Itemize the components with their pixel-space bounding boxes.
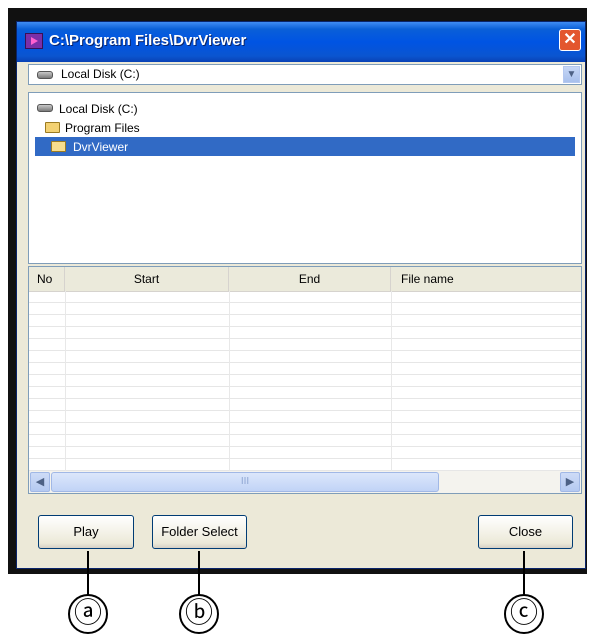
table-row[interactable] [29, 411, 581, 423]
file-list-header: No Start End File name [29, 267, 581, 292]
folder-select-button[interactable]: Folder Select [152, 515, 247, 549]
drive-icon [37, 104, 53, 112]
tree-item-dvrviewer[interactable]: DvrViewer [35, 137, 575, 156]
title-bar[interactable]: C:\Program Files\DvrViewer ✕ [17, 22, 585, 62]
table-row[interactable] [29, 303, 581, 315]
callout-line-a [87, 551, 89, 596]
table-row[interactable] [29, 459, 581, 471]
table-row[interactable] [29, 315, 581, 327]
drive-selector[interactable]: Local Disk (C:) ▼ [28, 64, 582, 85]
folder-open-icon [51, 141, 66, 152]
tree-item-label: Program Files [65, 121, 140, 135]
callout-line-c [523, 551, 525, 596]
window-title: C:\Program Files\DvrViewer [49, 32, 247, 49]
scroll-right-icon[interactable]: ▶ [560, 472, 580, 492]
chevron-down-icon[interactable]: ▼ [563, 66, 580, 83]
folder-tree[interactable]: Local Disk (C:) Program Files DvrViewer [28, 92, 582, 264]
column-header-file-name[interactable]: File name [391, 267, 581, 291]
callout-line-b [198, 551, 200, 596]
table-row[interactable] [29, 375, 581, 387]
table-row[interactable] [29, 399, 581, 411]
scroll-left-icon[interactable]: ◀ [30, 472, 50, 492]
column-divider [391, 291, 392, 471]
callout-a: ⓐ [68, 594, 108, 634]
app-icon [25, 33, 43, 49]
table-row[interactable] [29, 351, 581, 363]
folder-icon [45, 122, 60, 133]
table-row[interactable] [29, 447, 581, 459]
drive-icon [37, 71, 53, 79]
column-header-no[interactable]: No [29, 267, 65, 291]
tree-item-program-files[interactable]: Program Files [43, 118, 223, 137]
file-list[interactable]: No Start End File name ◀ III ▶ [28, 266, 582, 494]
table-row[interactable] [29, 291, 581, 303]
tree-item-label: DvrViewer [73, 140, 129, 154]
table-row[interactable] [29, 423, 581, 435]
tree-item-local-disk[interactable]: Local Disk (C:) [35, 99, 215, 118]
table-row[interactable] [29, 327, 581, 339]
tree-item-label: Local Disk (C:) [59, 102, 138, 116]
column-divider [65, 291, 66, 471]
table-row[interactable] [29, 339, 581, 351]
drive-selector-value: Local Disk (C:) [61, 67, 140, 81]
scrollbar-thumb[interactable]: III [51, 472, 439, 492]
callout-c: ⓒ [504, 594, 544, 634]
table-row[interactable] [29, 435, 581, 447]
column-header-end[interactable]: End [229, 267, 391, 291]
table-row[interactable] [29, 363, 581, 375]
column-header-start[interactable]: Start [65, 267, 229, 291]
callout-b: ⓑ [179, 594, 219, 634]
column-divider [229, 291, 230, 471]
close-button[interactable]: Close [478, 515, 573, 549]
close-icon[interactable]: ✕ [559, 29, 581, 51]
table-row[interactable] [29, 387, 581, 399]
folder-browser-window: C:\Program Files\DvrViewer ✕ Local Disk … [16, 21, 586, 569]
play-button[interactable]: Play [38, 515, 134, 549]
horizontal-scrollbar[interactable]: ◀ III ▶ [29, 471, 581, 493]
